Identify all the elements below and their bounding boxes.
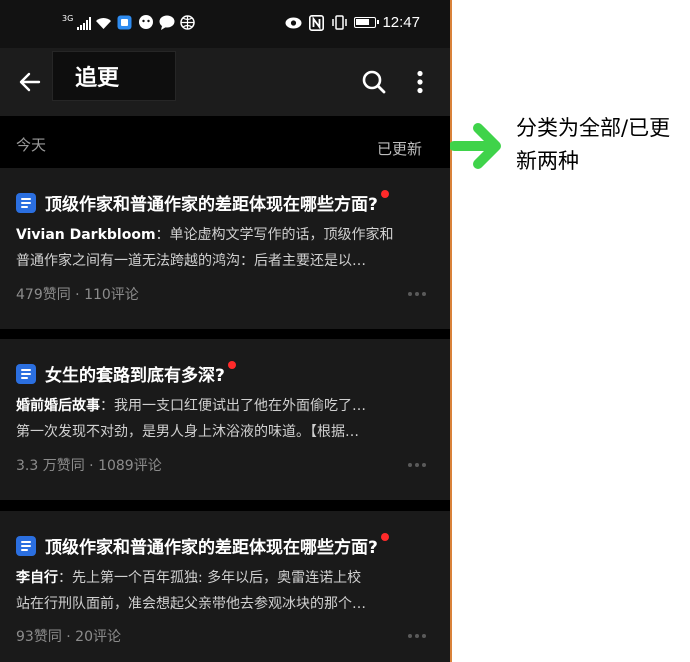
battery-icon [354, 17, 380, 28]
more-dots-icon [408, 634, 412, 638]
card-stats: 3.3 万赞同 · 1089评论 [16, 458, 162, 474]
excerpt-line: 李自行：先上第一个百年孤独: 多年以后，奥雷连诺上校 [16, 565, 428, 591]
question-icon [16, 535, 36, 556]
unread-dot [380, 532, 389, 541]
wifi-icon [95, 14, 112, 31]
panel-divider [450, 0, 452, 662]
clock: 12:47 [382, 14, 420, 31]
phone-screen: 3G 12:47 追更 今天 已更新 顶级作家和普通作家的差距体现在哪些方面? … [0, 0, 450, 662]
status-left-group: 3G [62, 14, 196, 31]
search-icon [362, 70, 386, 94]
card-excerpt[interactable]: 婚前婚后故事：我用一支口红便试出了他在外面偷吃了… 第一次发现不对劲，是男人身上… [16, 393, 428, 445]
card-stats: 479赞同 · 110评论 [16, 287, 139, 303]
excerpt-text: ：先上第一个百年孤独: 多年以后，奥雷连诺上校 [58, 570, 362, 586]
card-stats: 93赞同 · 20评论 [16, 629, 121, 645]
section-header: 今天 已更新 [0, 116, 450, 168]
updated-filter-toggle[interactable]: 已更新 [377, 138, 422, 159]
app-bar: 追更 [0, 48, 450, 116]
card-excerpt[interactable]: 李自行：先上第一个百年孤独: 多年以后，奥雷连诺上校 站在行刑队面前，准会想起父… [16, 565, 428, 617]
vibrate-icon [331, 14, 348, 31]
browser-icon [179, 14, 196, 31]
question-icon [16, 363, 36, 384]
more-options-button[interactable] [404, 66, 436, 98]
answer-author: 婚前婚后故事 [16, 398, 100, 414]
feed-card[interactable]: 顶级作家和普通作家的差距体现在哪些方面? Vivian Darkbloom：单论… [0, 168, 450, 329]
eye-icon [285, 14, 302, 31]
card-title[interactable]: 女生的套路到底有多深? [45, 361, 225, 386]
more-dots-icon [408, 463, 412, 467]
back-arrow-icon [19, 72, 41, 92]
excerpt-text: ：我用一支口红便试出了他在外面偷吃了… [100, 398, 366, 414]
card-title[interactable]: 顶级作家和普通作家的差距体现在哪些方面? [45, 190, 378, 215]
status-bar: 3G 12:47 [0, 0, 450, 48]
page-title-container: 追更 [52, 51, 176, 101]
card-more-button[interactable] [408, 634, 426, 638]
back-button[interactable] [14, 66, 46, 98]
answer-author: 李自行 [16, 570, 58, 586]
card-title-row[interactable]: 女生的套路到底有多深? [16, 360, 236, 386]
excerpt-line: 婚前婚后故事：我用一支口红便试出了他在外面偷吃了… [16, 393, 428, 419]
excerpt-line: 第一次发现不对劲，是男人身上沐浴液的味道。【根据… [16, 424, 359, 440]
nfc-icon [308, 14, 325, 31]
question-icon [16, 192, 36, 213]
excerpt-line: 站在行刑队面前，准会想起父亲带他去参观冰块的那个… [16, 596, 366, 612]
unread-dot [380, 189, 389, 198]
network-type: 3G [62, 14, 74, 23]
card-title-row[interactable]: 顶级作家和普通作家的差距体现在哪些方面? [16, 532, 389, 558]
card-more-button[interactable] [408, 463, 426, 467]
answer-author: Vivian Darkbloom [16, 227, 156, 243]
search-button[interactable] [358, 66, 390, 98]
message-icon [158, 14, 175, 31]
more-dots-icon [408, 292, 412, 296]
excerpt-line: Vivian Darkbloom：单论虚构文学写作的话，顶级作家和 [16, 222, 428, 248]
signal-icon [77, 16, 92, 30]
app-notification-icon [116, 14, 133, 31]
feed-card[interactable]: 顶级作家和普通作家的差距体现在哪些方面? 李自行：先上第一个百年孤独: 多年以后… [0, 511, 450, 662]
card-title-row[interactable]: 顶级作家和普通作家的差距体现在哪些方面? [16, 189, 389, 215]
more-vertical-icon [417, 70, 423, 94]
wechat-icon [137, 14, 154, 31]
feed-card[interactable]: 女生的套路到底有多深? 婚前婚后故事：我用一支口红便试出了他在外面偷吃了… 第一… [0, 339, 450, 500]
annotation-text: 分类为全部/已更新两种 [516, 116, 671, 173]
card-title[interactable]: 顶级作家和普通作家的差距体现在哪些方面? [45, 533, 378, 558]
page-title: 追更 [75, 66, 120, 91]
green-arrow-icon [450, 123, 501, 169]
excerpt-text: ：单论虚构文学写作的话，顶级作家和 [155, 227, 394, 243]
card-more-button[interactable] [408, 292, 426, 296]
section-date-label: 今天 [16, 136, 47, 154]
unread-dot [227, 360, 236, 369]
status-right-group: 12:47 [285, 14, 420, 31]
excerpt-line: 普通作家之间有一道无法跨越的鸿沟：后者主要还是以… [16, 253, 366, 269]
card-excerpt[interactable]: Vivian Darkbloom：单论虚构文学写作的话，顶级作家和 普通作家之间… [16, 222, 428, 274]
